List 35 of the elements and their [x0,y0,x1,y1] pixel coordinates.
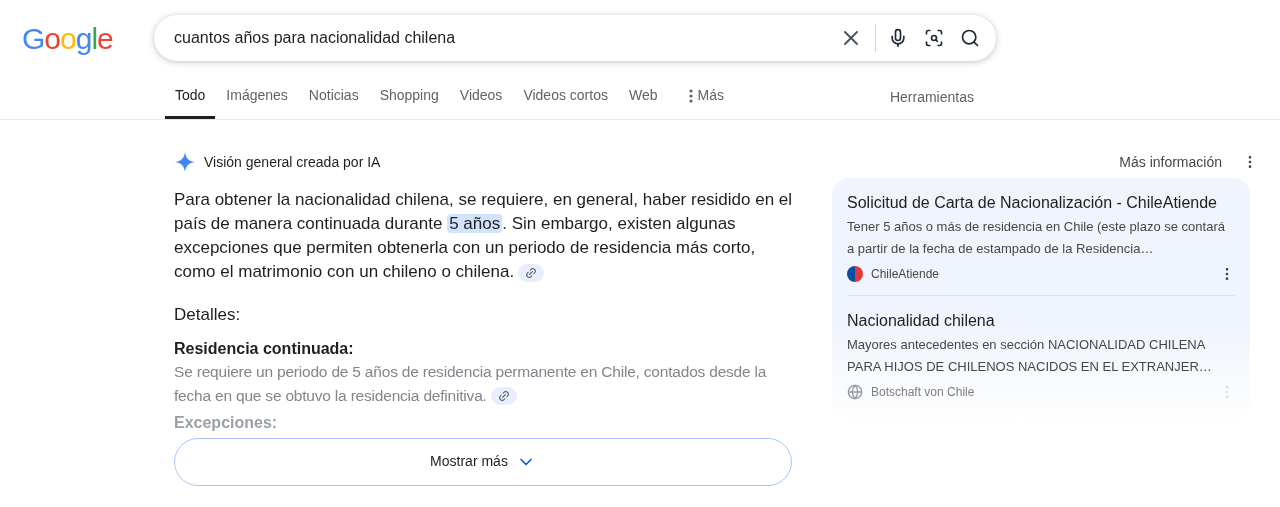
show-more-button[interactable]: Mostrar más [174,437,792,486]
overview-title: Visión general creada por IA [204,152,381,172]
more-info-link[interactable]: Más información [1119,151,1222,173]
source-title[interactable]: Solicitud de Carta de Nacionalización - ChileAtiende [847,192,1235,214]
search-tab[interactable]: Todo [165,75,216,119]
section-heading: Excepciones: [174,412,279,433]
more-icon [688,88,693,103]
summary-paragraph: Para obtener la nacionalidad chilena, se requiere, en general, haber residido en el país de manera continuada durante 5 años. Sin embargo, existen algunas excepciones que permiten obtenerla con un periodo de residencia más corto, como el matrimonio con un chileno o chilena. [174,189,794,284]
link-chip-icon[interactable] [518,263,545,282]
source-site[interactable]: ChileAtiende [871,265,940,283]
search-tab[interactable]: Videos cortos [513,75,618,119]
flag-icon [847,266,863,282]
microphone-icon[interactable] [888,28,908,48]
search-tab[interactable]: Web [618,75,668,119]
source-title[interactable]: Nacionalidad chilena [847,310,1235,332]
google-logo[interactable]: Google [22,15,154,61]
search-tab[interactable]: Imágenes [216,75,298,119]
section-text: Se requiere un periodo de 5 años de residencia permanente en Chile, contados desde la fecha en que se obtuvo la residencia definitiva. [174,361,768,408]
search-tab[interactable]: Videos [449,75,513,119]
section-heading: Residencia continuada: [174,338,355,359]
source-snippet: Tener 5 años o más de residencia en Chile (este plazo se contará a partir de la fecha de estampado de la Residencia… [847,218,1226,258]
search-icon[interactable] [960,28,980,48]
search-tab[interactable]: Shopping [369,75,449,119]
search-tab[interactable]: Más [678,75,734,119]
sparkle-icon [174,151,196,173]
search-bar[interactable]: cuantos años para nacionalidad chilena [154,15,996,61]
camera-search-icon[interactable] [924,28,944,48]
search-tab[interactable]: Noticias [298,75,369,119]
globe-icon [847,384,863,400]
link-chip-icon[interactable] [490,387,517,406]
source-site[interactable]: Botschaft von Chile [871,383,975,401]
source-snippet: Mayores antecedentes en sección NACIONALIDAD CHILENA PARA HIJOS DE CHILENOS NACIDOS EN EL EXTRANJER… [847,336,1213,376]
search-input[interactable]: cuantos años para nacionalidad chilena [174,26,839,50]
tools-button[interactable]: Herramientas [889,75,974,119]
details-heading: Detalles: [174,304,242,326]
